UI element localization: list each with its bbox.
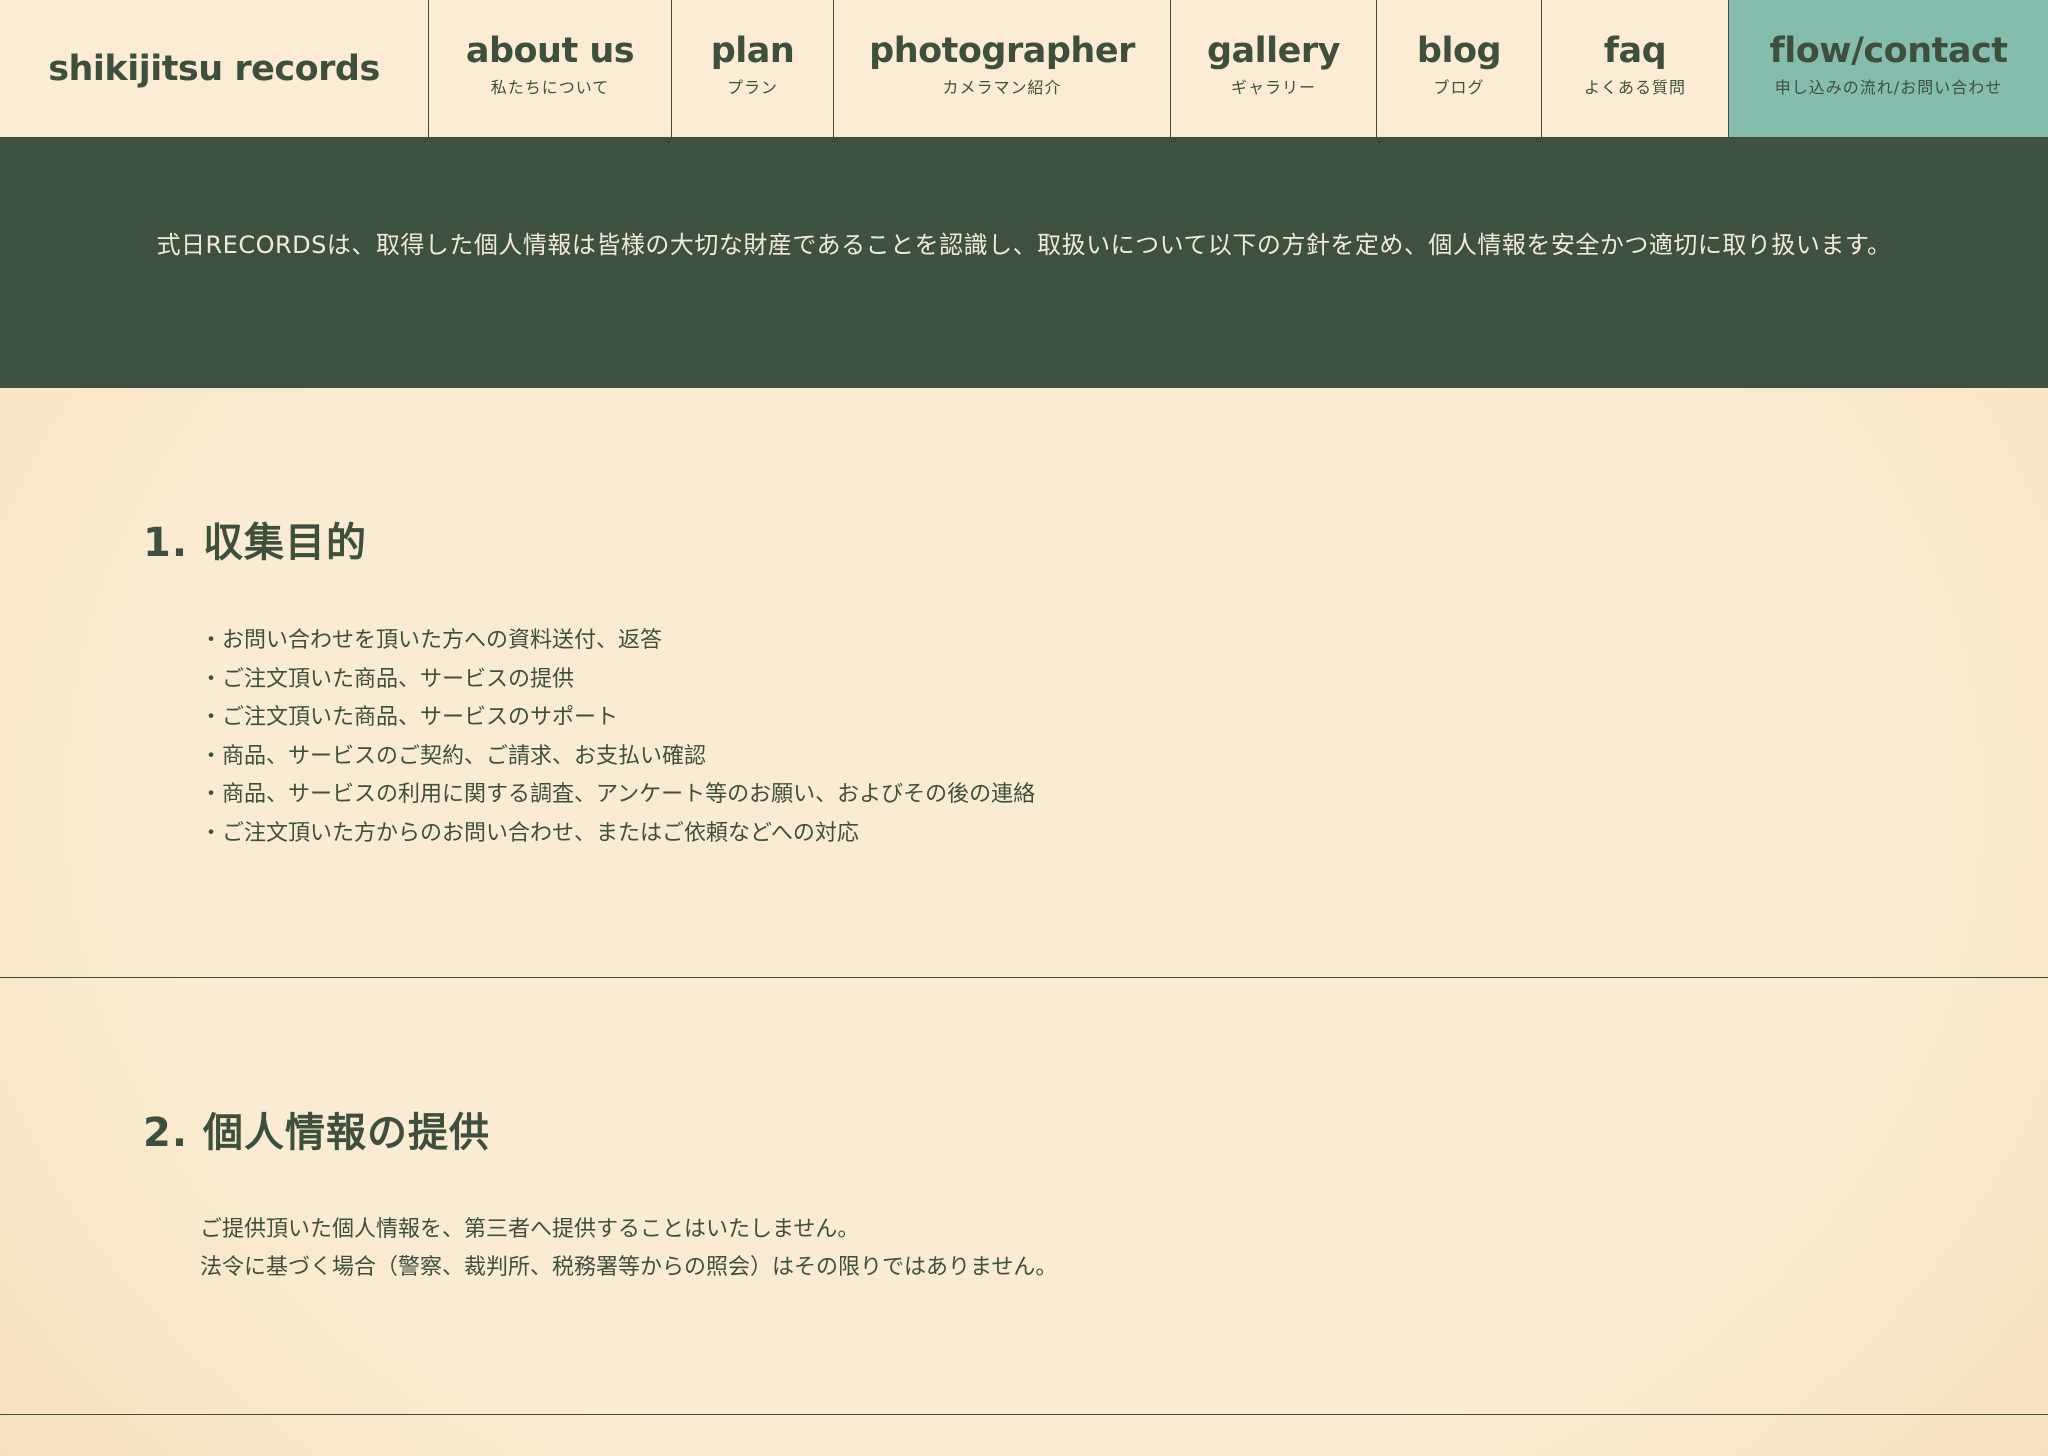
- paragraph: ご提供頂いた個人情報を、第三者へ提供することはいたしません。: [200, 1217, 860, 1242]
- list-item: ・ご注文頂いた商品、サービスの提供: [200, 666, 575, 692]
- nav-sublabel: よくある質問: [1583, 77, 1686, 97]
- nav-item-photographer[interactable]: photographer カメラマン紹介: [834, 0, 1171, 137]
- nav-item-flow-contact[interactable]: flow/contact 申し込みの流れ/お問い合わせ: [1729, 0, 2048, 137]
- nav-label: blog: [1416, 31, 1502, 72]
- site-logo[interactable]: shikijitsu records: [0, 0, 429, 137]
- purpose-list: ・お問い合わせを頂いた方への資料送付、返答 ・ご注文頂いた商品、サービスの提供 …: [200, 622, 1035, 853]
- paragraph: 法令に基づく場合（警察、裁判所、税務署等からの照会）はその限りではありません。: [200, 1255, 1058, 1280]
- section-heading: 2. 個人情報の提供: [143, 1110, 490, 1156]
- nav-label: flow/contact: [1769, 31, 2008, 72]
- nav-item-faq[interactable]: faq よくある質問: [1542, 0, 1729, 137]
- section-heading: 1. 収集目的: [143, 520, 367, 566]
- nav-sublabel: ギャラリー: [1230, 77, 1316, 97]
- intro-banner: 式日RECORDSは、取得した個人情報は皆様の大切な財産であることを認識し、取扱…: [0, 139, 2048, 388]
- nav-label: photographer: [869, 31, 1135, 72]
- nav-sublabel: ブログ: [1433, 77, 1485, 97]
- site-header: shikijitsu records about us 私たちについて plan…: [0, 0, 2048, 139]
- section-divider: [0, 977, 2048, 978]
- nav-label: plan: [710, 31, 795, 72]
- nav-item-gallery[interactable]: gallery ギャラリー: [1171, 0, 1377, 137]
- list-item: ・商品、サービスの利用に関する調査、アンケート等のお願い、およびその後の連絡: [200, 782, 1036, 807]
- list-item: ・ご注文頂いた商品、サービスのサポート: [200, 705, 619, 730]
- nav-sublabel: プラン: [726, 77, 778, 97]
- nav-label: faq: [1603, 31, 1667, 72]
- nav-item-plan[interactable]: plan プラン: [672, 0, 834, 137]
- nav-sublabel: 私たちについて: [490, 77, 610, 97]
- nav-item-blog[interactable]: blog ブログ: [1377, 0, 1542, 137]
- nav-item-about-us[interactable]: about us 私たちについて: [429, 0, 672, 137]
- section-divider: [0, 1414, 2048, 1415]
- nav-label: gallery: [1207, 31, 1340, 72]
- nav-sublabel: 申し込みの流れ/お問い合わせ: [1774, 77, 2003, 97]
- list-item: ・商品、サービスのご契約、ご請求、お支払い確認: [200, 743, 707, 769]
- nav-label: about us: [465, 31, 635, 72]
- list-item: ・ご注文頂いた方からのお問い合わせ、またはご依頼などへの対応: [200, 820, 859, 846]
- intro-text: 式日RECORDSは、取得した個人情報は皆様の大切な財産であることを認識し、取扱…: [156, 231, 1892, 259]
- list-item: ・お問い合わせを頂いた方への資料送付、返答: [200, 628, 663, 653]
- nav-sublabel: カメラマン紹介: [942, 77, 1062, 97]
